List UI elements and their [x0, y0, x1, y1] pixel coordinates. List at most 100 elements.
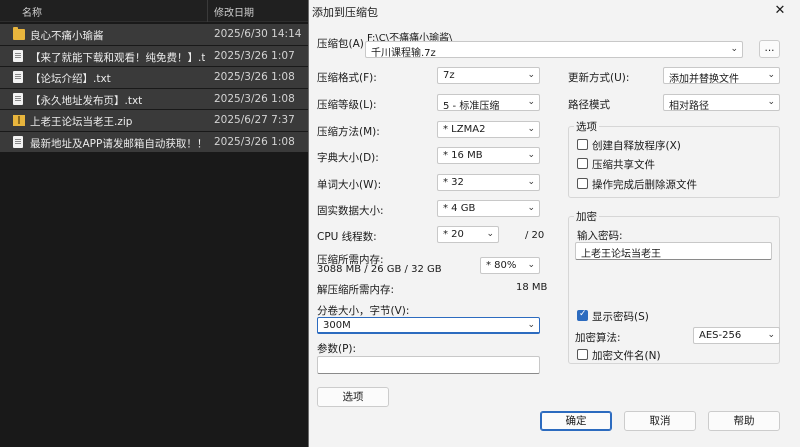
file-row[interactable]: 【论坛介绍】.txt 2025/3/26 1:08 — [0, 67, 310, 89]
dictionary-select[interactable]: * 16 MB ⌄ — [437, 147, 540, 164]
path-mode-select[interactable]: 相对路径 ⌄ — [663, 94, 780, 111]
file-icon — [13, 92, 23, 105]
chevron-down-icon: ⌄ — [767, 330, 775, 340]
cpu-threads-label: CPU 线程数: — [317, 231, 377, 243]
create-sfx-checkbox[interactable] — [577, 139, 588, 150]
file-name: 【论坛介绍】.txt — [30, 73, 111, 85]
encryption-group-title: 加密 — [574, 209, 599, 224]
options-group-title: 选项 — [574, 119, 599, 134]
column-name-header[interactable]: 名称 — [22, 4, 42, 19]
word-size-select[interactable]: * 32 ⌄ — [437, 174, 540, 191]
solid-size-label: 固实数据大小: — [317, 205, 384, 217]
file-name: 【来了就能下载和观看！纯免费！】.txt — [30, 51, 205, 64]
options-button[interactable]: 选项 — [317, 387, 389, 407]
encryption-method-label: 加密算法: — [575, 332, 621, 344]
compress-memory-value: 3088 MB / 26 GB / 32 GB — [317, 264, 442, 275]
path-mode-label: 路径模式 — [568, 99, 610, 111]
chevron-down-icon[interactable]: ⌄ — [730, 44, 738, 54]
column-date-header[interactable]: 修改日期 — [214, 4, 254, 19]
file-name: 最新地址及APP请发邮箱自动获取！！！.... — [30, 137, 205, 150]
memory-percent-select[interactable]: * 80% ⌄ — [480, 257, 540, 274]
add-to-archive-dialog: 添加到压缩包 ✕ 压缩包(A) F:\C\不痛痛小瑜酱\ 千川课程输.7z ⌄ … — [308, 0, 800, 447]
chevron-down-icon: ⌄ — [767, 70, 775, 80]
dictionary-value: * 16 MB — [443, 150, 483, 161]
split-size-label: 分卷大小，字节(V): — [317, 305, 410, 317]
column-divider[interactable] — [207, 0, 208, 22]
show-password-label[interactable]: 显示密码(S) — [592, 309, 649, 324]
password-label: 输入密码: — [577, 230, 623, 242]
encryption-method-select[interactable]: AES-256 ⌄ — [693, 327, 780, 344]
archive-name-combobox[interactable]: 千川课程输.7z ⌄ — [365, 41, 743, 58]
file-row[interactable]: 良心不痛小瑜酱 2025/6/30 14:14 — [0, 24, 310, 46]
level-value: 5 - 标准压缩 — [443, 101, 500, 111]
update-mode-value: 添加并替换文件 — [669, 74, 739, 84]
compress-shared-checkbox[interactable] — [577, 158, 588, 169]
chevron-down-icon: ⌄ — [486, 229, 494, 239]
chevron-down-icon: ⌄ — [527, 70, 535, 80]
level-label: 压缩等级(L): — [317, 99, 377, 111]
method-select[interactable]: * LZMA2 ⌄ — [437, 121, 540, 138]
ok-button[interactable]: 确定 — [540, 411, 612, 431]
decompress-memory-label: 解压缩所需内存: — [317, 284, 395, 296]
file-name: 【永久地址发布页】.txt — [30, 94, 143, 107]
folder-icon — [13, 27, 25, 40]
file-row[interactable]: 【来了就能下载和观看！纯免费！】.txt 2025/3/26 1:07 — [0, 45, 310, 67]
encrypt-names-checkbox[interactable] — [577, 349, 588, 360]
zip-icon — [13, 115, 25, 126]
create-sfx-label[interactable]: 创建自释放程序(X) — [592, 138, 681, 153]
file-row[interactable]: 最新地址及APP请发邮箱自动获取！！！.... 2025/3/26 1:08 — [0, 131, 310, 153]
chevron-down-icon: ⌄ — [527, 97, 535, 107]
chevron-down-icon: ⌄ — [527, 260, 535, 270]
method-value: * LZMA2 — [443, 124, 486, 135]
chevron-down-icon[interactable]: ⌄ — [527, 320, 535, 330]
parameters-input[interactable] — [317, 356, 540, 374]
close-icon[interactable]: ✕ — [760, 0, 800, 22]
chevron-down-icon: ⌄ — [527, 150, 535, 160]
file-row[interactable]: 上老王论坛当老王.zip 2025/6/27 7:37 — [0, 110, 310, 132]
file-date: 2025/6/30 14:14 — [214, 28, 302, 40]
cpu-threads-select[interactable]: * 20 ⌄ — [437, 226, 499, 243]
update-mode-label: 更新方式(U): — [568, 72, 630, 84]
help-button[interactable]: 帮助 — [708, 411, 780, 431]
file-icon — [13, 71, 23, 83]
dialog-title: 添加到压缩包 — [312, 6, 378, 19]
parameters-label: 参数(P): — [317, 343, 357, 355]
chevron-down-icon: ⌄ — [527, 124, 535, 134]
delete-after-label[interactable]: 操作完成后删除源文件 — [592, 177, 697, 192]
file-date: 2025/6/27 7:37 — [214, 114, 295, 126]
explorer-header: 名称 修改日期 — [0, 0, 310, 22]
archive-name-value: 千川课程输.7z — [371, 48, 436, 58]
path-mode-value: 相对路径 — [669, 101, 709, 111]
browse-button[interactable]: ... — [759, 40, 780, 58]
cancel-button[interactable]: 取消 — [624, 411, 696, 431]
delete-after-checkbox[interactable] — [577, 178, 588, 189]
chevron-down-icon: ⌄ — [527, 177, 535, 187]
password-input[interactable]: 上老王论坛当老王 — [575, 242, 772, 260]
level-select[interactable]: 5 - 标准压缩 ⌄ — [437, 94, 540, 111]
file-explorer: 名称 修改日期 良心不痛小瑜酱 2025/6/30 14:14 【来了就能下载和… — [0, 0, 310, 447]
cpu-threads-total: / 20 — [525, 230, 545, 241]
word-size-label: 单词大小(W): — [317, 179, 382, 191]
split-size-combobox[interactable]: 300M ⌄ — [317, 317, 540, 334]
format-value: 7z — [443, 70, 455, 81]
update-mode-select[interactable]: 添加并替换文件 ⌄ — [663, 67, 780, 84]
file-list: 良心不痛小瑜酱 2025/6/30 14:14 【来了就能下载和观看！纯免费！】… — [0, 24, 310, 153]
dictionary-label: 字典大小(D): — [317, 152, 379, 164]
solid-size-select[interactable]: * 4 GB ⌄ — [437, 200, 540, 217]
file-date: 2025/3/26 1:08 — [214, 71, 295, 83]
dialog-titlebar[interactable]: 添加到压缩包 ✕ — [309, 0, 800, 22]
show-password-checkbox[interactable] — [577, 309, 588, 321]
file-date: 2025/3/26 1:07 — [214, 49, 295, 62]
file-row[interactable]: 【永久地址发布页】.txt 2025/3/26 1:08 — [0, 88, 310, 110]
file-icon — [13, 49, 23, 62]
format-label: 压缩格式(F): — [317, 72, 377, 84]
file-date: 2025/3/26 1:08 — [214, 92, 295, 105]
file-name: 良心不痛小瑜酱 — [30, 30, 104, 42]
archive-label: 压缩包(A) — [317, 38, 364, 50]
format-select[interactable]: 7z ⌄ — [437, 67, 540, 84]
compress-shared-label[interactable]: 压缩共享文件 — [592, 157, 655, 172]
decompress-memory-value: 18 MB — [516, 282, 548, 293]
chevron-down-icon: ⌄ — [767, 97, 775, 107]
memory-percent-value: * 80% — [486, 260, 517, 271]
encrypt-names-label[interactable]: 加密文件名(N) — [592, 348, 661, 363]
